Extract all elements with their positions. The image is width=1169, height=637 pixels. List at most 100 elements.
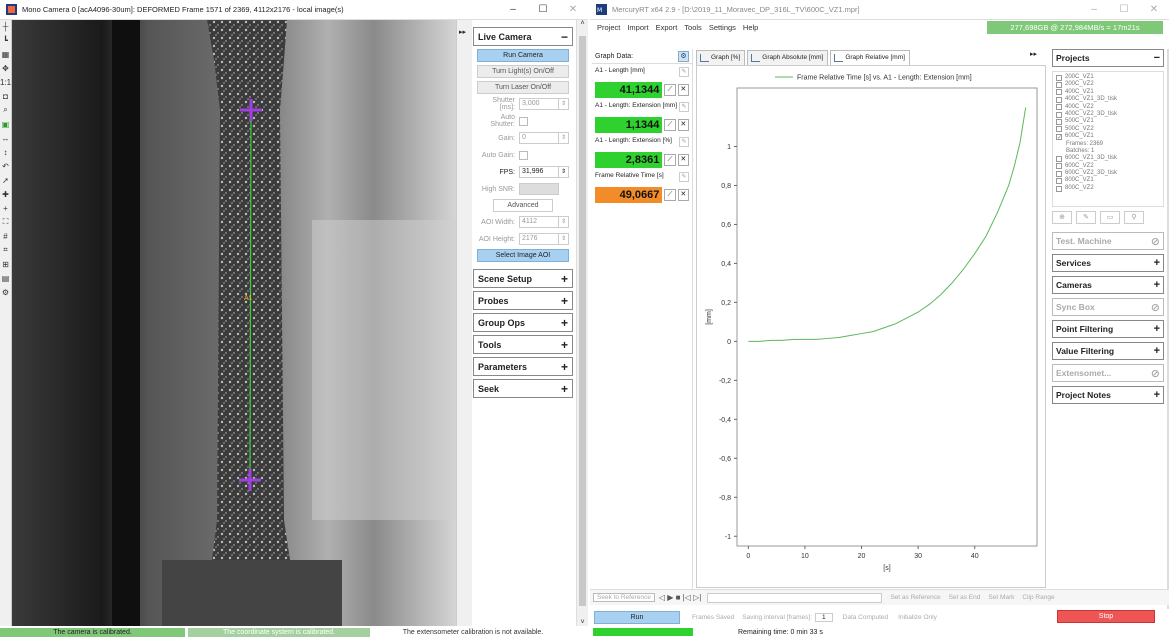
expand-icon[interactable]: + <box>1154 323 1160 335</box>
project-notes-section[interactable]: Project Notes + <box>1052 386 1164 404</box>
saving-interval-input[interactable]: 1 <box>815 612 833 622</box>
tool-icon-16[interactable]: ⌗ <box>0 244 11 256</box>
services-section[interactable]: Services + <box>1052 254 1164 272</box>
menu-project[interactable]: Project <box>597 23 620 32</box>
sync-box-section[interactable]: Sync Box ⊘ <box>1052 298 1164 316</box>
expand-icon[interactable]: + <box>1154 257 1160 269</box>
menu-tools[interactable]: Tools <box>684 23 702 32</box>
run-button[interactable]: Run <box>594 610 680 624</box>
tool-icon-9[interactable]: ↕ <box>0 146 11 158</box>
minimize-button[interactable]: – <box>1079 4 1109 15</box>
add-project-icon[interactable]: ⊕ <box>1052 211 1072 224</box>
tool-icon-1[interactable]: ┗ <box>0 34 11 46</box>
project-checkbox[interactable] <box>1056 185 1062 192</box>
chart-icon[interactable]: ⟋ <box>664 119 676 131</box>
tools-icon[interactable]: ✕ <box>677 154 689 166</box>
tab-1[interactable]: Graph Absolute [mm] <box>747 50 829 65</box>
project-item[interactable]: 600C_VZ2_3D_tisk <box>1056 170 1160 177</box>
tool-icon-18[interactable]: ▤ <box>0 272 11 284</box>
tools-icon[interactable]: ✕ <box>677 189 689 201</box>
project-checkbox[interactable] <box>1056 155 1062 162</box>
project-checkbox[interactable] <box>1056 119 1062 126</box>
tabs-scroll-icon[interactable]: ▸▸ <box>1030 50 1037 58</box>
set-mark-button[interactable]: Set Mark <box>988 594 1014 601</box>
tools-icon[interactable]: ✕ <box>677 119 689 131</box>
tool-icon-6[interactable]: ⌕ <box>0 104 11 116</box>
project-checkbox[interactable] <box>1056 82 1062 89</box>
tool-icon-4[interactable]: 1:1 <box>0 76 11 88</box>
edit-icon[interactable]: ✎ <box>679 137 689 147</box>
shutter-spinner[interactable]: ⇕ <box>559 98 569 110</box>
section-tools[interactable]: Tools + <box>473 335 573 354</box>
relative-graph[interactable]: -1 -0,8 -0,6 -0,4 -0,2 0 0,2 0,4 0,6 0,8 1 0 10 20 30 4… <box>696 65 1046 588</box>
project-item[interactable]: 400C_VZ2_3D_tisk <box>1056 111 1160 118</box>
chart-icon[interactable]: ⟋ <box>664 84 676 96</box>
panel-scrollbar[interactable]: ˄ ˅ <box>576 20 588 626</box>
gain-input[interactable]: 0 <box>519 132 559 144</box>
collapse-icon[interactable]: − <box>1154 52 1160 64</box>
frames-saved-checkbox[interactable]: Frames Saved <box>692 614 734 621</box>
point-filtering-section[interactable]: Point Filtering + <box>1052 320 1164 338</box>
project-checkbox[interactable] <box>1056 163 1062 170</box>
tool-icon-15[interactable]: # <box>0 230 11 242</box>
menu-help[interactable]: Help <box>743 23 758 32</box>
project-item[interactable]: 200C_VZ1 <box>1056 74 1160 81</box>
project-item[interactable]: 500C_VZ1 <box>1056 118 1160 126</box>
projects-section[interactable]: Projects − <box>1052 49 1164 67</box>
playback-controls[interactable]: ◁ ▶ ■ |◁ ▷| <box>659 593 702 602</box>
project-checkbox[interactable] <box>1056 170 1062 177</box>
project-item[interactable]: 200C_VZ2 <box>1056 81 1160 89</box>
minimize-button[interactable]: – <box>498 4 528 15</box>
test-machine-section[interactable]: Test. Machine ⊘ <box>1052 232 1164 250</box>
collapse-icon[interactable]: − <box>561 30 568 44</box>
edit-project-icon[interactable]: ✎ <box>1076 211 1096 224</box>
tool-icon-17[interactable]: ⊞ <box>0 258 11 270</box>
tab-2[interactable]: Graph Relative [mm] <box>830 50 910 65</box>
edit-icon[interactable]: ✎ <box>679 172 689 182</box>
project-checkbox[interactable] <box>1056 111 1062 118</box>
series-line-0[interactable] <box>748 107 1027 342</box>
project-item[interactable]: 800C_VZ2 <box>1056 185 1160 192</box>
maximize-button[interactable]: ☐ <box>528 4 558 15</box>
set-end-button[interactable]: Set as End <box>949 594 981 601</box>
expand-icon[interactable]: + <box>561 382 568 396</box>
expand-icon[interactable]: + <box>1154 389 1160 401</box>
expand-icon[interactable]: + <box>561 294 568 308</box>
auto-shutter-checkbox[interactable] <box>519 116 528 126</box>
expand-icon[interactable]: + <box>561 360 568 374</box>
tool-icon-2[interactable]: ▦ <box>0 48 11 60</box>
project-checkbox[interactable] <box>1056 126 1062 133</box>
close-button[interactable]: ✕ <box>1139 4 1169 15</box>
aoi-height-input[interactable]: 2176 <box>519 233 559 245</box>
tool-icon-19[interactable]: ⚙ <box>0 286 11 298</box>
aoi-height-spinner[interactable]: ⇕ <box>559 233 569 245</box>
chart-icon[interactable]: ⟋ <box>664 154 676 166</box>
expand-icon[interactable]: + <box>1154 345 1160 357</box>
tool-icon-12[interactable]: ✚ <box>0 188 11 200</box>
project-item[interactable]: 400C_VZ1_3D_tisk <box>1056 96 1160 103</box>
section-parameters[interactable]: Parameters + <box>473 357 573 376</box>
expand-icon[interactable]: + <box>561 316 568 330</box>
fps-spinner[interactable]: ⇕ <box>559 166 569 178</box>
chart-icon[interactable]: ⟋ <box>664 189 676 201</box>
shutter-input[interactable]: 3,000 <box>519 98 559 110</box>
auto-gain-checkbox[interactable] <box>519 150 528 160</box>
stop-button[interactable]: Stop <box>1057 610 1155 623</box>
scroll-down-icon[interactable]: ˅ <box>577 619 588 626</box>
view-project-icon[interactable]: ▭ <box>1100 211 1120 224</box>
section-scene-setup[interactable]: Scene Setup + <box>473 269 573 288</box>
extensometer-section[interactable]: Extensomet... ⊘ <box>1052 364 1164 382</box>
gain-spinner[interactable]: ⇕ <box>559 132 569 144</box>
tool-icon-7[interactable]: ▣ <box>0 118 11 130</box>
scrollbar-thumb[interactable] <box>579 36 586 606</box>
live-camera-section[interactable]: Live Camera − <box>473 27 573 46</box>
aoi-width-input[interactable]: 4112 <box>519 216 559 228</box>
link-project-icon[interactable]: ⚲ <box>1124 211 1144 224</box>
project-item[interactable]: 600C_VZ1_3D_tisk <box>1056 155 1160 162</box>
seek-reference-button[interactable]: Seek to Reference <box>593 593 655 602</box>
project-checkbox[interactable] <box>1056 74 1062 81</box>
camera-panel-splitter[interactable]: ▸▸ <box>456 20 472 626</box>
tool-icon-5[interactable]: ◘ <box>0 90 11 102</box>
tool-icon-8[interactable]: ↔ <box>0 132 11 144</box>
tools-icon[interactable]: ✕ <box>677 84 689 96</box>
